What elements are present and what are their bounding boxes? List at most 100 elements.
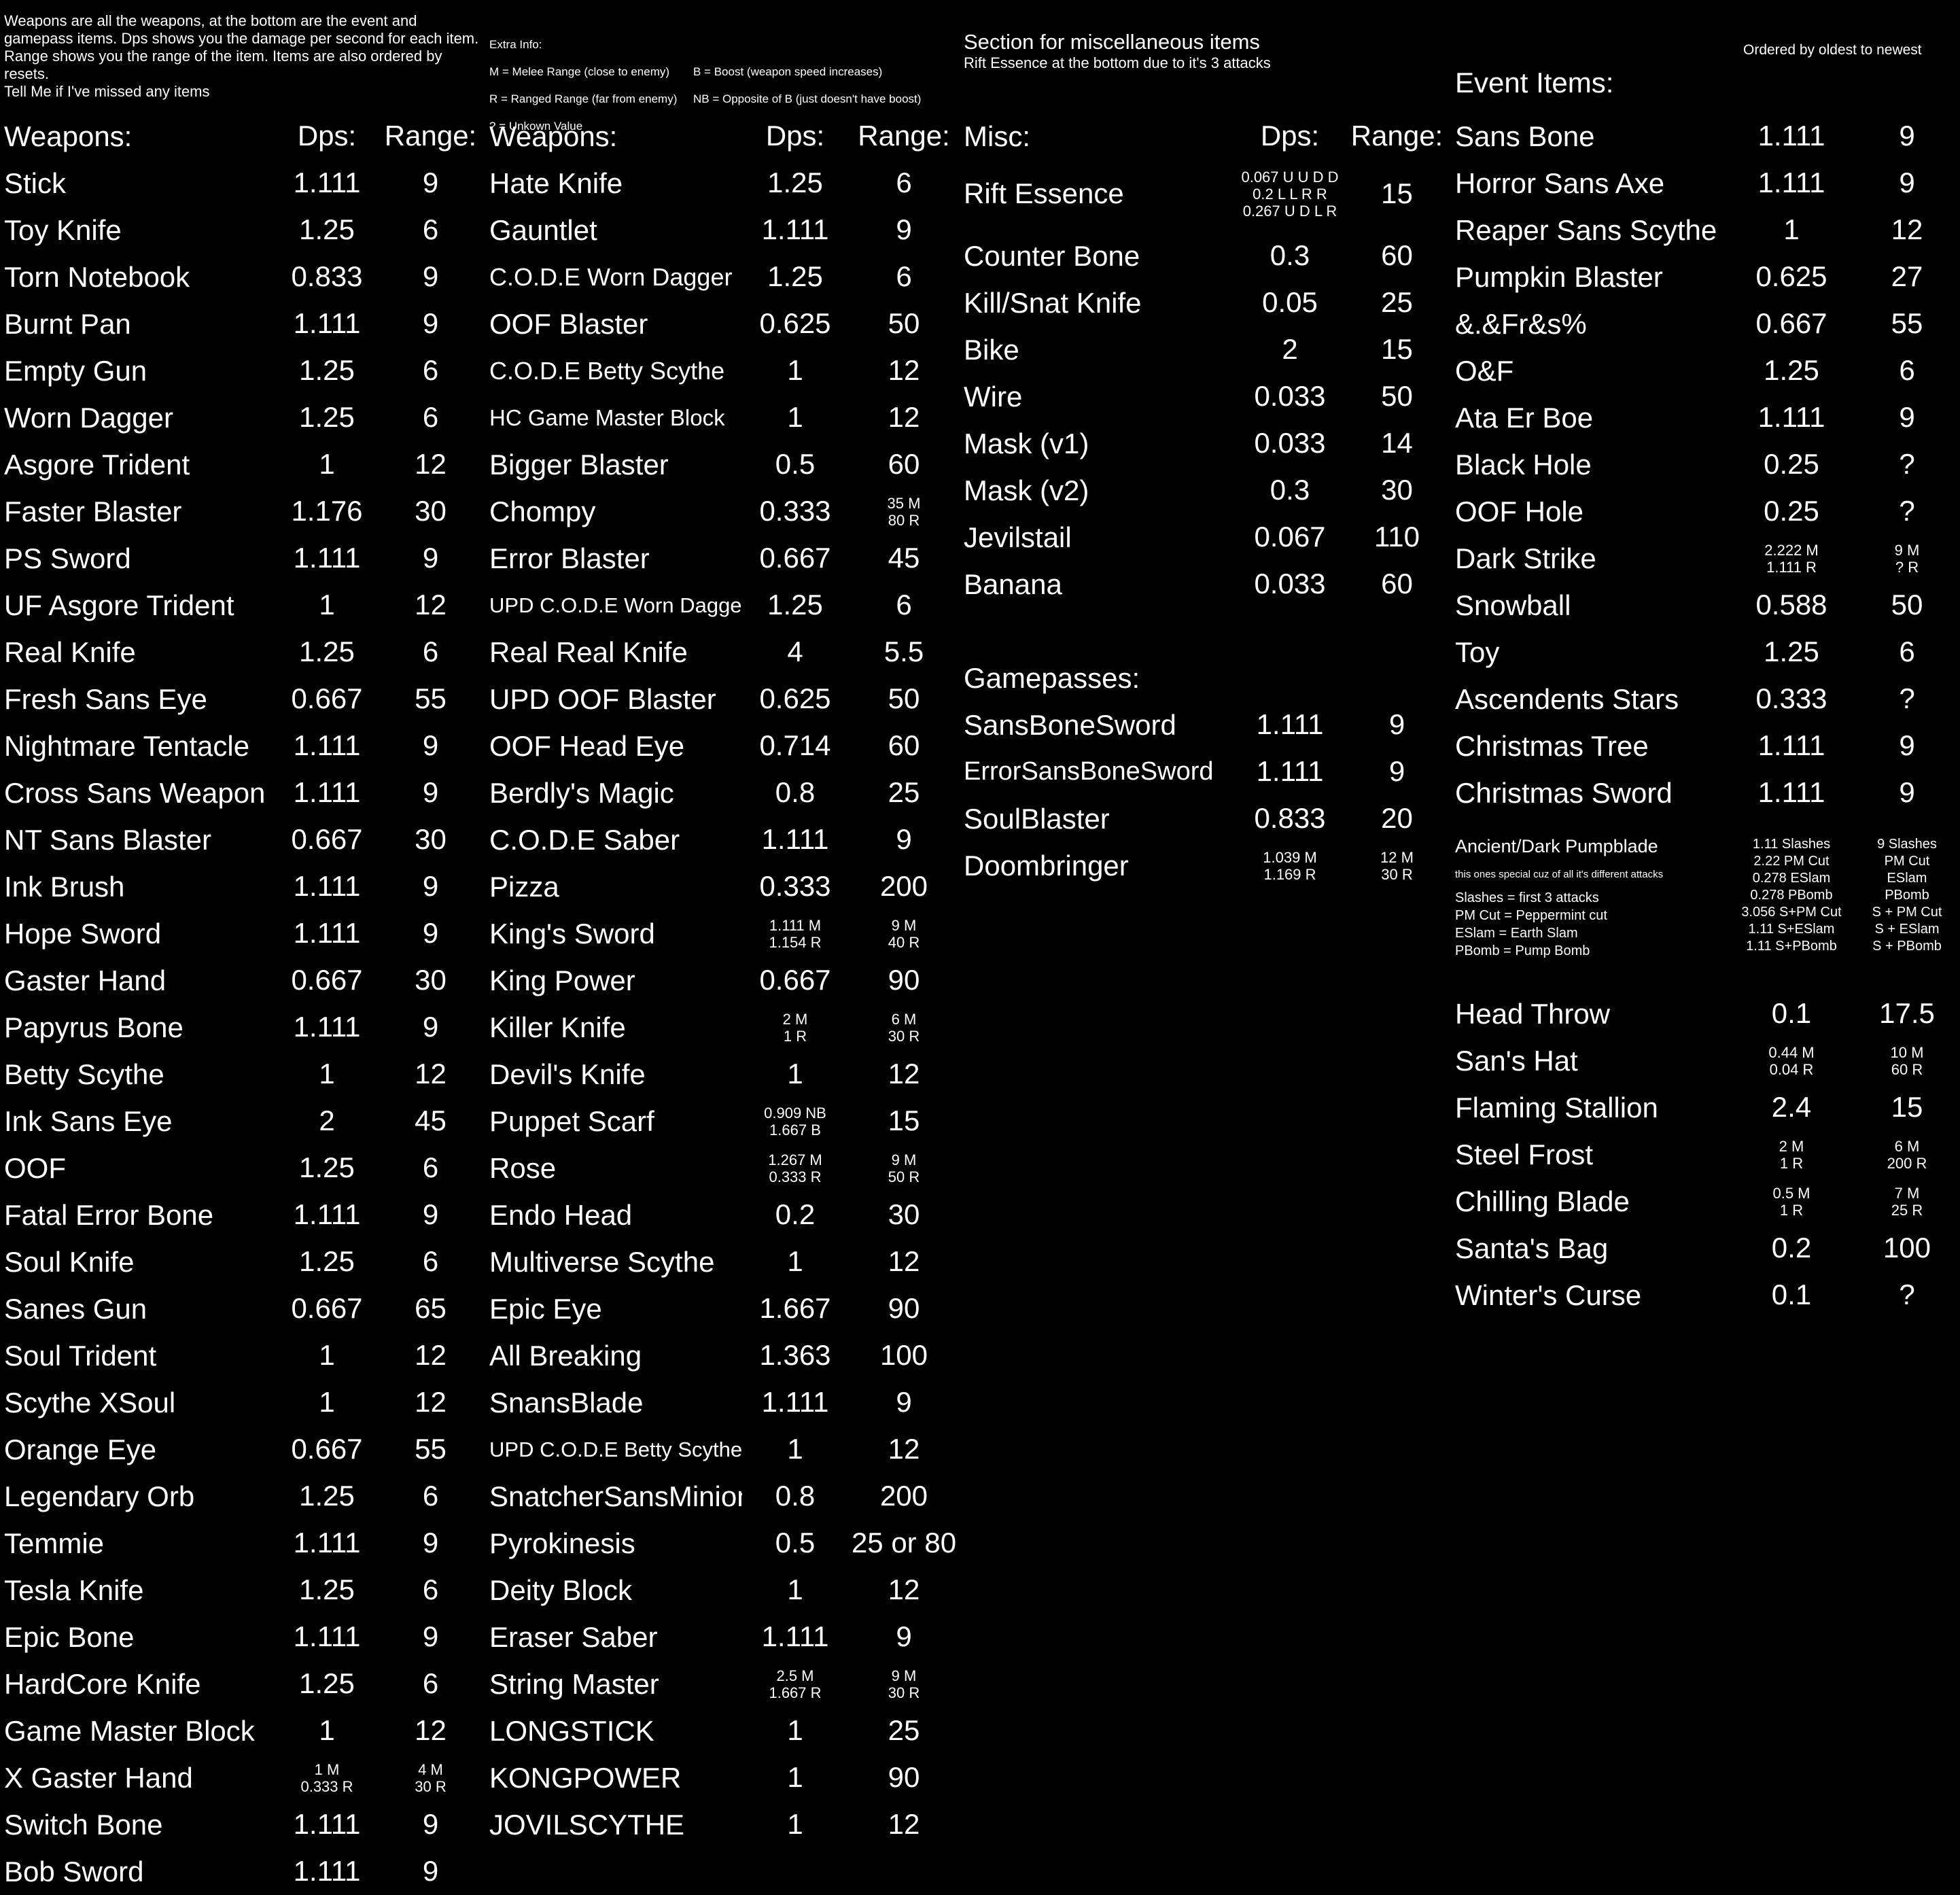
item-name: Soul Knife: [4, 1246, 135, 1278]
item-row: OOF Hole 0.25?: [1455, 488, 1958, 535]
item-name: Santa's Bag: [1455, 1232, 1609, 1264]
item-name: Flaming Stallion: [1455, 1092, 1658, 1124]
item-name: Pyrokinesis: [489, 1527, 635, 1559]
item-dps: 1.111 M 1.154 R: [769, 916, 822, 951]
item-range: 6: [422, 636, 439, 668]
item-dps: 1.25: [299, 636, 355, 668]
item-range: 12: [888, 354, 920, 387]
item-dps: 1.25: [299, 1667, 355, 1700]
item-range: 9: [422, 1198, 439, 1231]
header-range: Range:: [858, 120, 950, 152]
item-row: O&F 1.25 6: [1455, 347, 1958, 394]
item-range: 35 M 80 R: [887, 494, 921, 529]
item-name: Worn Dagger: [4, 402, 174, 434]
item-range: 45: [415, 1105, 447, 1137]
item-name: SoulBlaster: [964, 803, 1110, 835]
item-dps: 1: [787, 1808, 803, 1841]
item-row: Deity Block 1 12: [489, 1567, 958, 1614]
item-row: Faster Blaster 1.176 30: [4, 488, 480, 535]
item-dps: 1.111: [293, 307, 361, 340]
item-name: Fresh Sans Eye: [4, 683, 207, 715]
item-dps: 1.111: [293, 917, 361, 950]
item-range: 100: [879, 1339, 928, 1372]
item-dps: 1.111: [761, 823, 829, 856]
item-dps: 1.25: [299, 1245, 355, 1278]
item-range: 9: [422, 307, 439, 340]
item-name: Ata Er Boe: [1455, 402, 1594, 434]
extra-info-line: R = Ranged Range (far from enemy) NB = Op…: [489, 92, 922, 105]
item-range: 90: [888, 1761, 920, 1794]
item-range: 9: [422, 1855, 439, 1888]
item-row: Black Hole 0.25?: [1455, 441, 1958, 488]
item-range: 90: [888, 1292, 920, 1325]
item-dps: 0.909 NB 1.667 B: [764, 1104, 826, 1138]
item-range: 9: [1899, 729, 1915, 762]
item-dps: 0.333: [1755, 682, 1827, 715]
gamepasses-heading: Gamepasses:: [964, 662, 1140, 694]
item-range: 60: [1381, 239, 1413, 272]
item-name: Torn Notebook: [4, 261, 190, 293]
item-dps: 0.033: [1254, 568, 1326, 600]
item-name: Multiverse Scythe: [489, 1246, 715, 1278]
item-name: Orange Eye: [4, 1433, 157, 1465]
item-row: Puppet Scarf 0.909 NB 1.667 B 15: [489, 1098, 958, 1145]
item-dps: 0.05: [1262, 286, 1318, 319]
item-row: Torn Notebook 0.833 9: [4, 254, 480, 300]
item-name: C.O.D.E Worn Dagger: [489, 263, 733, 291]
item-dps: 1.111: [293, 167, 361, 199]
item-dps: 0.714: [759, 729, 831, 762]
item-range: 9 M 50 R: [888, 1151, 920, 1185]
item-name: SansBoneSword: [964, 709, 1176, 741]
item-dps: 1.111: [293, 776, 361, 809]
item-range: 6: [1899, 636, 1915, 668]
item-range: 30: [415, 495, 447, 527]
item-name: HC Game Master Block: [489, 405, 725, 430]
pumpblade-definitions: Slashes = first 3 attacks PM Cut = Peppe…: [1455, 890, 1607, 958]
item-dps: 0.667: [291, 682, 363, 715]
item-range: 50: [888, 307, 920, 340]
item-name: Soul Trident: [4, 1340, 157, 1372]
item-dps: 1.176: [291, 495, 363, 527]
item-row: UPD C.O.D.E Worn Dagger 1.25 6: [489, 582, 958, 629]
item-name: Fatal Error Bone: [4, 1199, 214, 1231]
order-note: Ordered by oldest to newest: [1743, 42, 1922, 58]
item-name: Eraser Saber: [489, 1621, 658, 1653]
item-dps: 1.111: [1256, 755, 1324, 788]
item-name: Snowball: [1455, 589, 1571, 621]
item-range: 30: [888, 1198, 920, 1231]
item-range: 25: [888, 1714, 920, 1747]
item-dps: 1.111: [761, 1386, 829, 1419]
item-range: 9: [422, 729, 439, 762]
item-dps: 1.111: [761, 213, 829, 246]
item-row: Rose 1.267 M 0.333 R 9 M 50 R: [489, 1145, 958, 1192]
item-name: UPD C.O.D.E Worn Dagger: [489, 593, 742, 617]
item-dps: 2.222 M 1.111 R: [1764, 541, 1819, 576]
item-name: Gaster Hand: [4, 964, 167, 996]
item-row: Santa's Bag 0.2 100: [1455, 1225, 1958, 1272]
item-dps: 0.333: [759, 870, 831, 903]
weapons-column-1: Weapons: Dps: Range: Stick 1.111 9 Toy Knife 1.…: [4, 113, 480, 1895]
item-range: 6: [422, 1480, 439, 1512]
item-name: Chilling Blade: [1455, 1185, 1630, 1217]
item-row: Game Master Block 1 12: [4, 1707, 480, 1754]
misc-section-subheading: Rift Essence at the bottom due to it's 3…: [964, 54, 1271, 71]
item-range: 55: [1891, 307, 1923, 340]
item-dps: 1.25: [1764, 354, 1819, 387]
item-range: 30: [1381, 474, 1413, 506]
item-row: Real Knife 1.25 6: [4, 629, 480, 676]
item-row: Devil's Knife 1 12: [489, 1051, 958, 1098]
item-name: Black Hole: [1455, 449, 1592, 481]
item-row: NT Sans Blaster 0.667 30: [4, 816, 480, 863]
item-range: 6: [422, 1667, 439, 1700]
item-name: Epic Bone: [4, 1621, 135, 1653]
item-row: UPD C.O.D.E Betty Scythe 1 12: [489, 1426, 958, 1473]
item-row: Switch Bone 1.111 9: [4, 1801, 480, 1848]
item-name: Kill/Snat Knife: [964, 287, 1142, 319]
item-name: LONGSTICK: [489, 1715, 654, 1747]
item-name: Banana: [964, 568, 1062, 600]
item-row: Betty Scythe 1 12: [4, 1051, 480, 1098]
item-dps: 1: [319, 1339, 335, 1372]
item-dps: 0.667: [291, 823, 363, 856]
item-row: Reaper Sans Scythe 1 12: [1455, 207, 1958, 254]
item-range: 15: [1381, 333, 1413, 366]
